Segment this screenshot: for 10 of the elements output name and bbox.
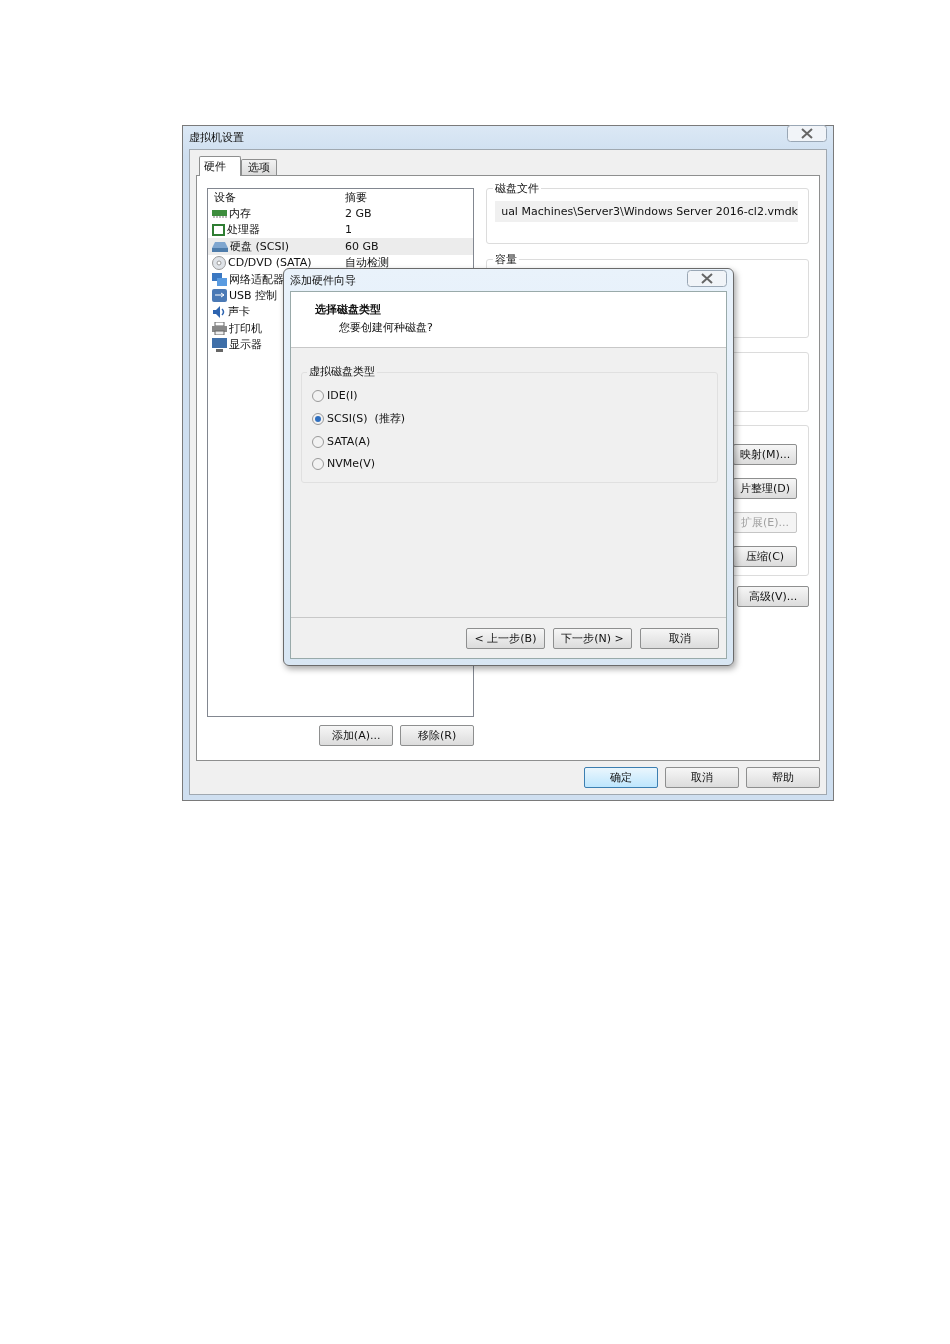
step-question: 您要创建何种磁盘?: [339, 320, 434, 335]
wizard-title: 添加硬件向导: [290, 272, 356, 288]
disk-file-path: ual Machines\Server3\Windows Server 2016-cl2.vmdk: [495, 201, 798, 222]
step-heading: 选择磁盘类型: [315, 302, 382, 317]
window-title: 虚拟机设置: [189, 130, 244, 145]
group-label: 磁盘文件: [493, 181, 542, 196]
group-label: 虚拟磁盘类型: [307, 364, 377, 379]
column-header: 设备: [214, 189, 237, 205]
column-header: 摘要: [345, 189, 367, 205]
group-label: 容量: [493, 252, 520, 267]
